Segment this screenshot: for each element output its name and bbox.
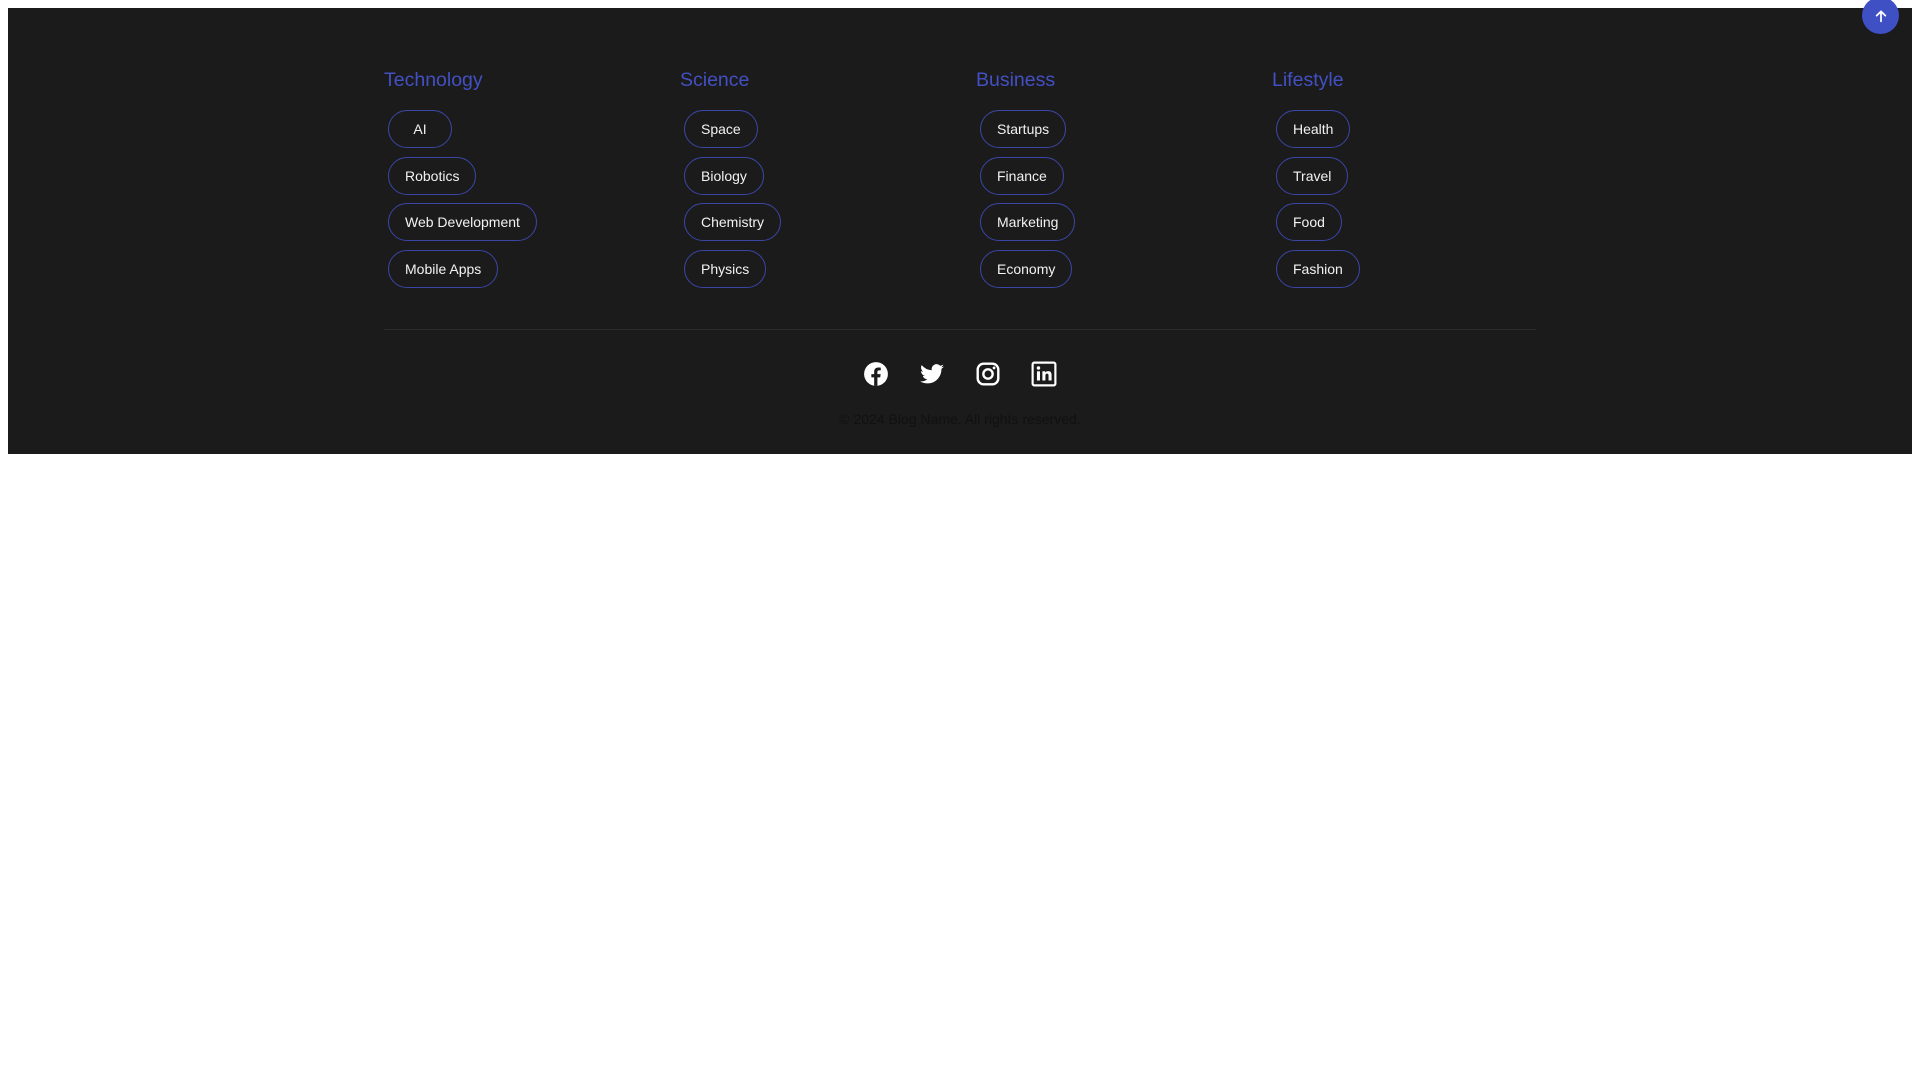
tag-food[interactable]: Food xyxy=(1276,203,1342,241)
linkedin-link[interactable] xyxy=(1030,360,1058,388)
instagram-icon xyxy=(976,362,1000,386)
twitter-link[interactable] xyxy=(918,360,946,388)
category-column-science: Science Space Biology Chemistry Physics xyxy=(680,60,976,296)
tag-biology[interactable]: Biology xyxy=(684,156,764,195)
tag-economy[interactable]: Economy xyxy=(980,249,1073,288)
social-links xyxy=(8,360,1912,392)
tag-travel[interactable]: Travel xyxy=(1276,156,1349,195)
category-title: Business xyxy=(976,69,1056,91)
copyright-text: © 2024 Blog Name. All rights reserved. xyxy=(839,411,1081,427)
tag-chemistry[interactable]: Chemistry xyxy=(684,203,782,241)
tag-startups[interactable]: Startups xyxy=(980,110,1067,148)
arrow-up-icon xyxy=(1875,9,1886,22)
tag-space[interactable]: Space xyxy=(684,110,758,148)
twitter-icon xyxy=(920,364,944,384)
facebook-icon xyxy=(864,362,888,386)
tag-physics[interactable]: Physics xyxy=(684,249,767,288)
tag-list: Health Travel Food Fashion xyxy=(1272,110,1568,296)
tag-marketing[interactable]: Marketing xyxy=(980,203,1076,241)
tag-web-development[interactable]: Web Development xyxy=(388,203,537,241)
category-title: Technology xyxy=(384,69,483,91)
category-title: Science xyxy=(680,69,750,91)
category-column-technology: Technology AI Robotics Web Development M… xyxy=(384,60,680,296)
category-title: Lifestyle xyxy=(1272,69,1344,91)
tag-mobile-apps[interactable]: Mobile Apps xyxy=(388,249,499,288)
tag-robotics[interactable]: Robotics xyxy=(388,156,477,195)
instagram-link[interactable] xyxy=(974,360,1002,388)
tag-health[interactable]: Health xyxy=(1276,110,1351,148)
linkedin-icon xyxy=(1031,361,1057,387)
tag-list: Startups Finance Marketing Economy xyxy=(976,110,1272,296)
category-column-lifestyle: Lifestyle Health Travel Food Fashion xyxy=(1272,60,1568,296)
tag-ai[interactable]: AI xyxy=(388,110,452,148)
category-columns: Technology AI Robotics Web Development M… xyxy=(384,60,1536,300)
site-footer: Technology AI Robotics Web Development M… xyxy=(8,0,1912,454)
tag-list: Space Biology Chemistry Physics xyxy=(680,110,976,296)
tag-finance[interactable]: Finance xyxy=(980,156,1064,195)
back-to-top-button[interactable] xyxy=(1862,0,1899,34)
category-column-business: Business Startups Finance Marketing Econ… xyxy=(976,60,1272,296)
tag-list: AI Robotics Web Development Mobile Apps xyxy=(384,110,680,296)
facebook-link[interactable] xyxy=(862,360,890,388)
footer-divider xyxy=(384,329,1536,330)
tag-fashion[interactable]: Fashion xyxy=(1276,249,1360,288)
